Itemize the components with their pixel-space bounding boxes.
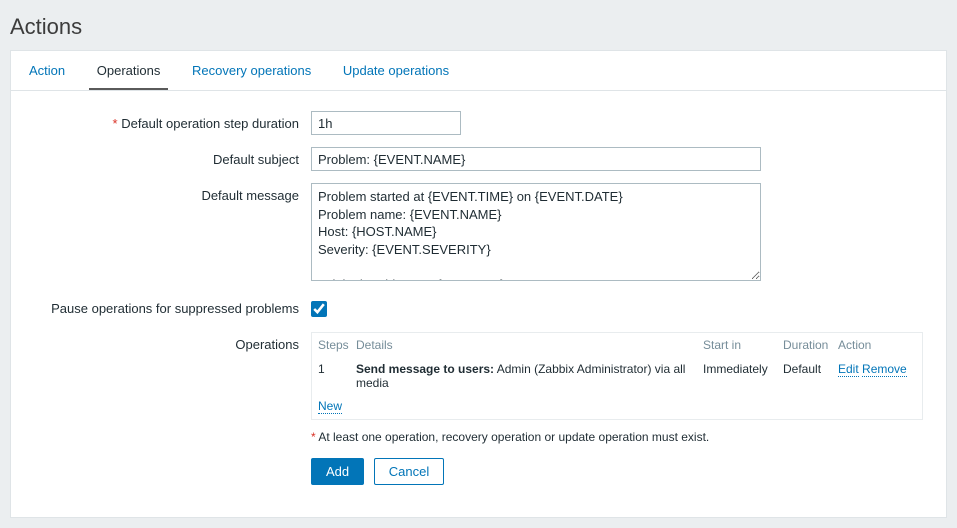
th-action: Action xyxy=(838,338,916,352)
pause-operations-checkbox[interactable] xyxy=(311,301,327,317)
row-pause-operations: Pause operations for suppressed problems xyxy=(21,296,936,320)
cancel-button[interactable]: Cancel xyxy=(374,458,444,485)
cell-duration: Default xyxy=(783,362,838,390)
row-operations: Operations Steps Details Start in Durati… xyxy=(21,332,936,485)
row-step-duration: * Default operation step duration xyxy=(21,111,936,135)
tab-update-operations[interactable]: Update operations xyxy=(335,51,457,90)
operations-table: Steps Details Start in Duration Action 1… xyxy=(311,332,923,420)
page-title: Actions xyxy=(0,0,957,50)
remove-link[interactable]: Remove xyxy=(862,362,907,377)
default-subject-input[interactable] xyxy=(311,147,761,171)
cell-steps: 1 xyxy=(318,362,356,390)
cell-action: Edit Remove xyxy=(838,362,916,390)
new-operation-link[interactable]: New xyxy=(318,399,342,414)
operations-table-header: Steps Details Start in Duration Action xyxy=(312,333,922,357)
operations-new-row: New xyxy=(312,395,922,419)
step-duration-label: * Default operation step duration xyxy=(21,111,311,131)
th-duration: Duration xyxy=(783,338,838,352)
form-body: * Default operation step duration Defaul… xyxy=(11,91,946,517)
table-row: 1 Send message to users: Admin (Zabbix A… xyxy=(312,357,922,395)
row-default-subject: Default subject xyxy=(21,147,936,171)
operations-label: Operations xyxy=(21,332,311,352)
form-panel: Action Operations Recovery operations Up… xyxy=(10,50,947,518)
tab-action[interactable]: Action xyxy=(21,51,73,90)
th-steps: Steps xyxy=(318,338,356,352)
operations-hint: * At least one operation, recovery opera… xyxy=(311,430,923,444)
add-button[interactable]: Add xyxy=(311,458,364,485)
tab-operations[interactable]: Operations xyxy=(89,51,169,90)
tab-recovery-operations[interactable]: Recovery operations xyxy=(184,51,319,90)
default-message-label: Default message xyxy=(21,183,311,203)
default-message-textarea[interactable]: Problem started at {EVENT.TIME} on {EVEN… xyxy=(311,183,761,281)
pause-operations-label: Pause operations for suppressed problems xyxy=(21,296,311,316)
tabs: Action Operations Recovery operations Up… xyxy=(11,51,946,91)
cell-details: Send message to users: Admin (Zabbix Adm… xyxy=(356,362,703,390)
cell-start: Immediately xyxy=(703,362,783,390)
form-buttons: Add Cancel xyxy=(311,458,923,485)
default-subject-label: Default subject xyxy=(21,147,311,167)
edit-link[interactable]: Edit xyxy=(838,362,859,377)
th-details: Details xyxy=(356,338,703,352)
step-duration-input[interactable] xyxy=(311,111,461,135)
row-default-message: Default message Problem started at {EVEN… xyxy=(21,183,936,284)
th-start: Start in xyxy=(703,338,783,352)
